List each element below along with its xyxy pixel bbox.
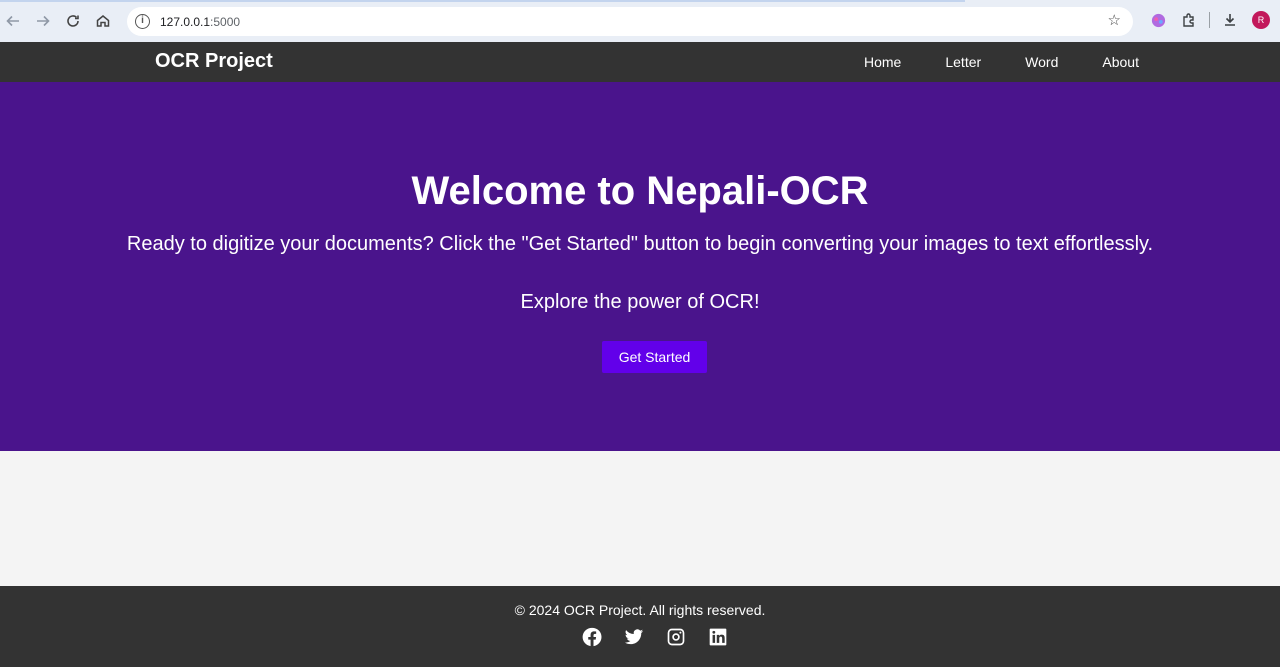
hero-section: Welcome to Nepali-OCR Ready to digitize … bbox=[0, 82, 1280, 451]
copyright-text: © 2024 OCR Project. All rights reserved. bbox=[514, 602, 766, 618]
profile-avatar[interactable]: R bbox=[1250, 9, 1272, 31]
get-started-button[interactable]: Get Started bbox=[602, 341, 707, 373]
reload-icon[interactable] bbox=[60, 8, 86, 34]
toolbar-separator bbox=[1209, 12, 1210, 28]
hero-subtitle: Explore the power of OCR! bbox=[520, 291, 760, 313]
ai-brain-icon[interactable] bbox=[1147, 9, 1169, 31]
extensions-icon[interactable] bbox=[1178, 9, 1200, 31]
linkedin-icon[interactable] bbox=[707, 626, 728, 647]
site-navbar: OCR Project Home Letter Word About bbox=[0, 42, 1280, 82]
url-text: 127.0.0.1:5000 bbox=[160, 14, 241, 29]
social-links bbox=[581, 626, 728, 647]
profile-initial: R bbox=[1252, 11, 1270, 29]
nav-about[interactable]: About bbox=[1080, 54, 1161, 70]
facebook-icon[interactable] bbox=[581, 626, 602, 647]
site-footer: © 2024 OCR Project. All rights reserved. bbox=[0, 586, 1280, 667]
download-icon[interactable] bbox=[1219, 9, 1241, 31]
browser-toolbar: i 127.0.0.1:5000 ☆ R bbox=[0, 0, 1280, 42]
home-icon[interactable] bbox=[90, 8, 116, 34]
nav-home[interactable]: Home bbox=[842, 54, 923, 70]
nav-links: Home Letter Word About bbox=[842, 42, 1161, 82]
nav-letter[interactable]: Letter bbox=[923, 54, 1003, 70]
hero-lead: Ready to digitize your documents? Click … bbox=[126, 233, 1154, 255]
tab-strip bbox=[0, 0, 965, 2]
hero-title: Welcome to Nepali-OCR bbox=[411, 169, 869, 213]
twitter-icon[interactable] bbox=[623, 626, 644, 647]
forward-icon[interactable] bbox=[30, 8, 56, 34]
brand-logo[interactable]: OCR Project bbox=[155, 50, 273, 73]
back-icon[interactable] bbox=[0, 8, 26, 34]
instagram-icon[interactable] bbox=[665, 626, 686, 647]
bookmark-star-icon[interactable]: ☆ bbox=[1108, 13, 1121, 29]
nav-word[interactable]: Word bbox=[1003, 54, 1080, 70]
site-info-icon[interactable]: i bbox=[135, 14, 150, 29]
address-bar[interactable]: i 127.0.0.1:5000 ☆ bbox=[127, 7, 1133, 36]
